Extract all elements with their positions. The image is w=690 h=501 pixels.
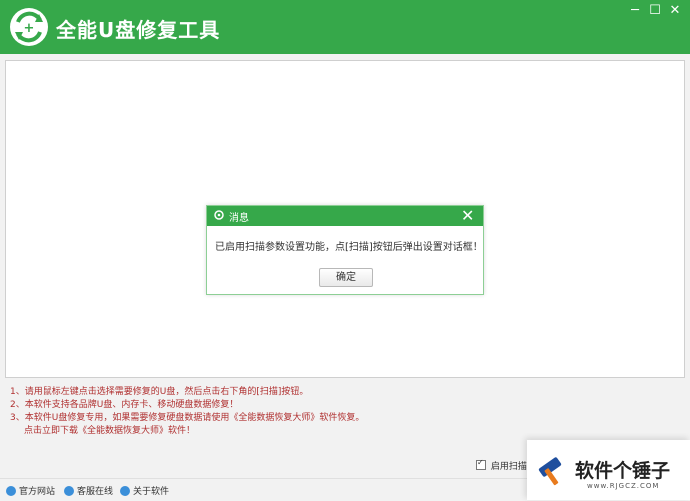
title-bar: + 全能U盘修复工具 ─ ☐ ✕	[0, 0, 690, 54]
about-link[interactable]: 关于软件	[120, 484, 169, 497]
app-title: 全能U盘修复工具	[56, 18, 221, 42]
info-icon	[120, 486, 130, 496]
tip-line: 1、请用鼠标左键点击选择需要修复的U盘，然后点击右下角的[扫描]按钮。	[10, 387, 309, 397]
hammer-logo-icon	[538, 457, 562, 486]
dialog-header: 消息 ✕	[207, 206, 483, 226]
dialog-title: 消息	[229, 213, 249, 224]
app-logo-icon: +	[10, 8, 48, 46]
official-site-link[interactable]: 官方网站	[6, 484, 55, 497]
dialog-close-icon[interactable]: ✕	[461, 206, 474, 226]
enable-scan-checkbox[interactable]	[476, 458, 486, 470]
watermark-url: www.RJGCZ.COM	[587, 482, 660, 490]
svg-text:+: +	[24, 21, 35, 36]
download-link[interactable]: 点击立即下载《全能数据恢复大师》软件！	[10, 425, 364, 438]
home-icon	[6, 486, 16, 496]
customer-service-link[interactable]: 客服在线	[64, 484, 113, 497]
chat-icon	[64, 486, 74, 496]
tips-panel: 1、请用鼠标左键点击选择需要修复的U盘，然后点击右下角的[扫描]按钮。 2、本软…	[10, 386, 364, 438]
message-icon	[214, 210, 224, 220]
dialog-message: 已启用扫描参数设置功能，点[扫描]按钮后弹出设置对话框！	[215, 242, 483, 253]
watermark: 软件个锤子 www.RJGCZ.COM	[527, 440, 690, 500]
tip-line: 2、本软件支持各品牌U盘、内存卡、移动硬盘数据修复！	[10, 400, 239, 410]
maximize-button[interactable]: ☐	[646, 4, 664, 18]
message-dialog: 消息 ✕ 已启用扫描参数设置功能，点[扫描]按钮后弹出设置对话框！ 确定	[206, 205, 484, 295]
watermark-text: 软件个锤子	[575, 460, 671, 482]
minimize-button[interactable]: ─	[626, 4, 644, 18]
tip-line: 3、本软件U盘修复专用，如果需要修复硬盘数据请使用《全能数据恢复大师》软件恢复。	[10, 413, 365, 423]
close-button[interactable]: ✕	[666, 4, 684, 18]
ok-button[interactable]: 确定	[319, 268, 373, 287]
